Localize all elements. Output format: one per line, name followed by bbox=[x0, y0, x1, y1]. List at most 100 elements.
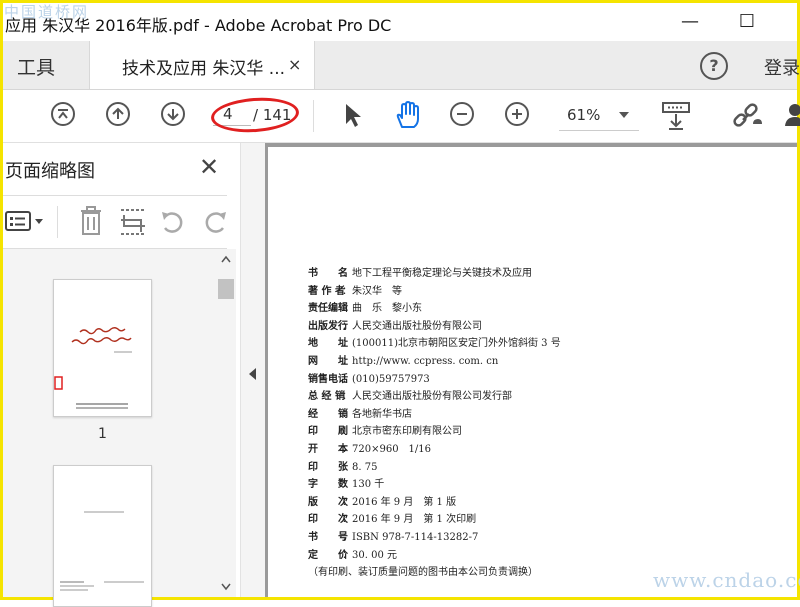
trash-icon[interactable] bbox=[79, 206, 103, 236]
tab-document[interactable]: 技术及应用 朱汉华 ... × bbox=[89, 41, 315, 89]
info-label: 定 价 bbox=[308, 549, 348, 561]
info-row: 版 次：2016 年 9 月 第 1 版 bbox=[308, 494, 561, 512]
maximize-button[interactable]: ☐ bbox=[736, 11, 758, 33]
info-row: 开 本：720×960 1/16 bbox=[308, 441, 561, 459]
info-label: 著 作 者 bbox=[308, 285, 345, 297]
scrollbar-thumb[interactable] bbox=[218, 279, 234, 299]
panel-title: 页面缩略图 bbox=[5, 161, 95, 182]
select-arrow-icon[interactable] bbox=[343, 102, 363, 128]
zoom-in-icon[interactable] bbox=[505, 102, 529, 126]
info-value: 北京市密东印刷有限公司 bbox=[352, 426, 462, 438]
info-row: 书 号：ISBN 978-7-114-13282-7 bbox=[308, 529, 561, 547]
panel-collapse-bar[interactable] bbox=[240, 143, 266, 597]
thumbnail-panel: 页面缩略图 ✕ 1 bbox=[3, 143, 239, 607]
scroll-mode-icon[interactable] bbox=[661, 100, 691, 132]
toolbar: 4 / 141 61% bbox=[3, 90, 800, 143]
info-label: 经 销 bbox=[308, 408, 348, 420]
info-row: 网 址：http://www. ccpress. com. cn bbox=[308, 353, 561, 371]
title-bar: 应用 朱汉华 2016年版.pdf - Adobe Acrobat Pro DC… bbox=[3, 3, 797, 41]
minimize-button[interactable]: — bbox=[679, 11, 701, 33]
info-value: 人民交通出版社股份有限公司 bbox=[352, 320, 482, 332]
info-value: ISBN 978-7-114-13282-7 bbox=[352, 531, 479, 543]
close-tab-button[interactable]: × bbox=[288, 55, 301, 74]
panel-tools-divider bbox=[57, 206, 58, 238]
thumbnail-page-number: 1 bbox=[98, 426, 107, 442]
info-label: 书 号 bbox=[308, 531, 348, 543]
info-row: 经 销：各地新华书店 bbox=[308, 406, 561, 424]
cover-handwriting-image bbox=[54, 327, 132, 409]
zoom-out-icon[interactable] bbox=[450, 102, 474, 126]
copyright-info: 书 名：地下工程平衡稳定理论与关键技术及应用著 作 者：朱汉华 等责任编辑：曲 … bbox=[308, 265, 561, 582]
rotate-left-icon[interactable] bbox=[159, 208, 187, 236]
info-value: (100011)北京市朝阳区安定门外外馆斜街 3 号 bbox=[352, 338, 561, 350]
info-row: 地 址：(100011)北京市朝阳区安定门外外馆斜街 3 号 bbox=[308, 335, 561, 353]
hand-tool-icon[interactable] bbox=[393, 100, 423, 130]
thumbnail-scrollbar[interactable] bbox=[216, 249, 236, 597]
thumbnail-content-image bbox=[60, 511, 144, 591]
info-label: 销售电话 bbox=[308, 373, 348, 385]
thumbnail-list: 1 bbox=[3, 249, 216, 607]
info-label: 开 本 bbox=[308, 443, 348, 455]
info-row: 出版发行：人民交通出版社股份有限公司 bbox=[308, 318, 561, 336]
info-label: 总 经 销 bbox=[308, 391, 345, 403]
info-label: 责任编辑 bbox=[308, 303, 348, 315]
info-row: 责任编辑：曲 乐 黎小东 bbox=[308, 300, 561, 318]
tab-tools[interactable]: 工具 bbox=[17, 53, 55, 80]
thumbnail-page-1[interactable] bbox=[53, 279, 152, 417]
info-label: 字 数 bbox=[308, 479, 348, 491]
info-row: 销售电话：(010)59757973 bbox=[308, 371, 561, 389]
info-value: 720×960 1/16 bbox=[352, 443, 432, 455]
zoom-caret-icon[interactable] bbox=[619, 112, 629, 118]
scroll-down-icon[interactable] bbox=[221, 583, 231, 591]
share-link-icon[interactable] bbox=[731, 102, 765, 130]
prev-page-icon[interactable] bbox=[106, 102, 130, 126]
panel-close-button[interactable]: ✕ bbox=[199, 153, 219, 181]
tab-bar: 工具 技术及应用 朱汉华 ... × ? 登录 bbox=[3, 41, 800, 90]
doc-tab-label: 技术及应用 朱汉华 ... bbox=[122, 59, 286, 79]
scroll-up-icon[interactable] bbox=[221, 255, 231, 263]
info-row: 总 经 销：人民交通出版社股份有限公司发行部 bbox=[308, 388, 561, 406]
info-value: 曲 乐 黎小东 bbox=[352, 303, 422, 315]
options-menu-icon[interactable] bbox=[5, 210, 47, 232]
user-icon[interactable] bbox=[783, 102, 800, 128]
info-label: 地 址 bbox=[308, 338, 348, 350]
info-value: 130 千 bbox=[352, 479, 385, 491]
login-button[interactable]: 登录 bbox=[764, 54, 800, 80]
first-page-icon[interactable] bbox=[51, 102, 75, 126]
collapse-arrow-icon[interactable] bbox=[249, 368, 256, 380]
info-value: 2016 年 9 月 第 1 版 bbox=[352, 496, 457, 508]
info-row: 书 名：地下工程平衡稳定理论与关键技术及应用 bbox=[308, 265, 561, 283]
annotation-ellipse bbox=[209, 94, 301, 136]
watermark-bottom: www.cndao.com bbox=[653, 568, 800, 592]
zoom-level[interactable]: 61% bbox=[567, 106, 600, 124]
panel-tools bbox=[3, 195, 227, 249]
info-row: 字 数：130 千 bbox=[308, 476, 561, 494]
info-row: 印 次：2016 年 9 月 第 1 次印刷 bbox=[308, 511, 561, 529]
info-row: 定 价：30. 00 元 bbox=[308, 547, 561, 565]
info-label: 版 次 bbox=[308, 496, 348, 508]
zoom-underline bbox=[559, 130, 639, 131]
info-label: 印 刷 bbox=[308, 426, 348, 438]
info-value: (010)59757973 bbox=[352, 373, 430, 385]
info-note: （有印刷、装订质量问题的图书由本公司负责调换） bbox=[308, 567, 538, 579]
document-view[interactable]: 书 名：地下工程平衡稳定理论与关键技术及应用著 作 者：朱汉华 等责任编辑：曲 … bbox=[265, 143, 797, 597]
document-page: 书 名：地下工程平衡稳定理论与关键技术及应用著 作 者：朱汉华 等责任编辑：曲 … bbox=[268, 147, 797, 597]
info-value: 人民交通出版社股份有限公司发行部 bbox=[352, 391, 512, 403]
toolbar-divider bbox=[313, 100, 314, 132]
info-value: 地下工程平衡稳定理论与关键技术及应用 bbox=[352, 268, 532, 279]
info-label: 网 址 bbox=[308, 355, 348, 367]
info-label: 书 名 bbox=[308, 268, 348, 279]
watermark-top: 中国道桥网 bbox=[4, 3, 90, 21]
info-label: 印 次 bbox=[308, 514, 348, 526]
info-value: 30. 00 元 bbox=[352, 549, 397, 561]
info-value: 2016 年 9 月 第 1 次印刷 bbox=[352, 514, 477, 526]
help-icon[interactable]: ? bbox=[700, 52, 728, 80]
info-value: http://www. ccpress. com. cn bbox=[352, 355, 499, 367]
info-value: 各地新华书店 bbox=[352, 408, 412, 420]
next-page-icon[interactable] bbox=[161, 102, 185, 126]
info-row: 印 张：8. 75 bbox=[308, 459, 561, 477]
rotate-right-icon[interactable] bbox=[201, 208, 229, 236]
crop-icon[interactable] bbox=[119, 206, 147, 236]
thumbnail-page-2[interactable] bbox=[53, 465, 152, 607]
info-row: 著 作 者：朱汉华 等 bbox=[308, 283, 561, 301]
